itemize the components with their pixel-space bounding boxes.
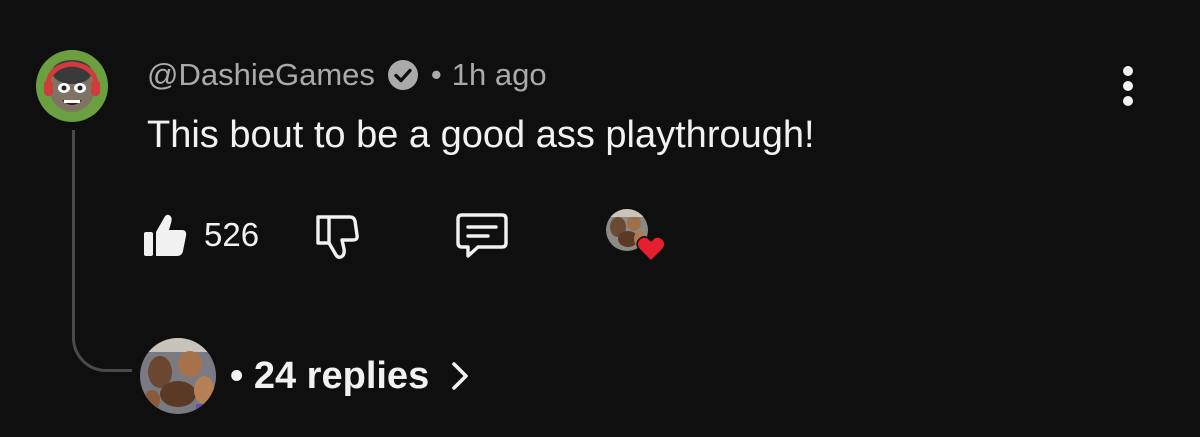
view-replies-button[interactable]: • 24 replies bbox=[140, 338, 473, 414]
author-name[interactable]: @DashieGames bbox=[147, 57, 375, 93]
replies-count-label: • 24 replies bbox=[230, 354, 430, 397]
comment-bubble-icon bbox=[456, 213, 508, 258]
thread-connector-line bbox=[72, 130, 132, 372]
reply-author-avatar bbox=[140, 338, 216, 414]
chevron-right-icon bbox=[447, 359, 473, 393]
vertical-dots-icon bbox=[1123, 66, 1133, 106]
like-count: 526 bbox=[204, 216, 260, 253]
dislike-button[interactable] bbox=[310, 205, 366, 265]
more-options-button[interactable] bbox=[1110, 62, 1146, 110]
reply-button[interactable] bbox=[452, 205, 512, 265]
heart-icon bbox=[636, 235, 666, 263]
creator-heart-badge bbox=[602, 205, 672, 269]
meta-separator: • bbox=[430, 57, 442, 92]
author-avatar[interactable] bbox=[36, 50, 108, 122]
comment-timestamp[interactable]: 1h ago bbox=[452, 57, 547, 93]
comment-meta: @DashieGames • 1h ago bbox=[147, 55, 547, 95]
comment-text: This bout to be a good ass playthrough! bbox=[147, 114, 815, 156]
thumbs-down-icon bbox=[316, 215, 359, 259]
like-button[interactable]: 526 bbox=[140, 205, 280, 265]
comment-action-bar: 526 bbox=[140, 205, 700, 265]
thumbs-up-icon bbox=[140, 210, 190, 260]
verified-check-icon bbox=[387, 59, 419, 91]
